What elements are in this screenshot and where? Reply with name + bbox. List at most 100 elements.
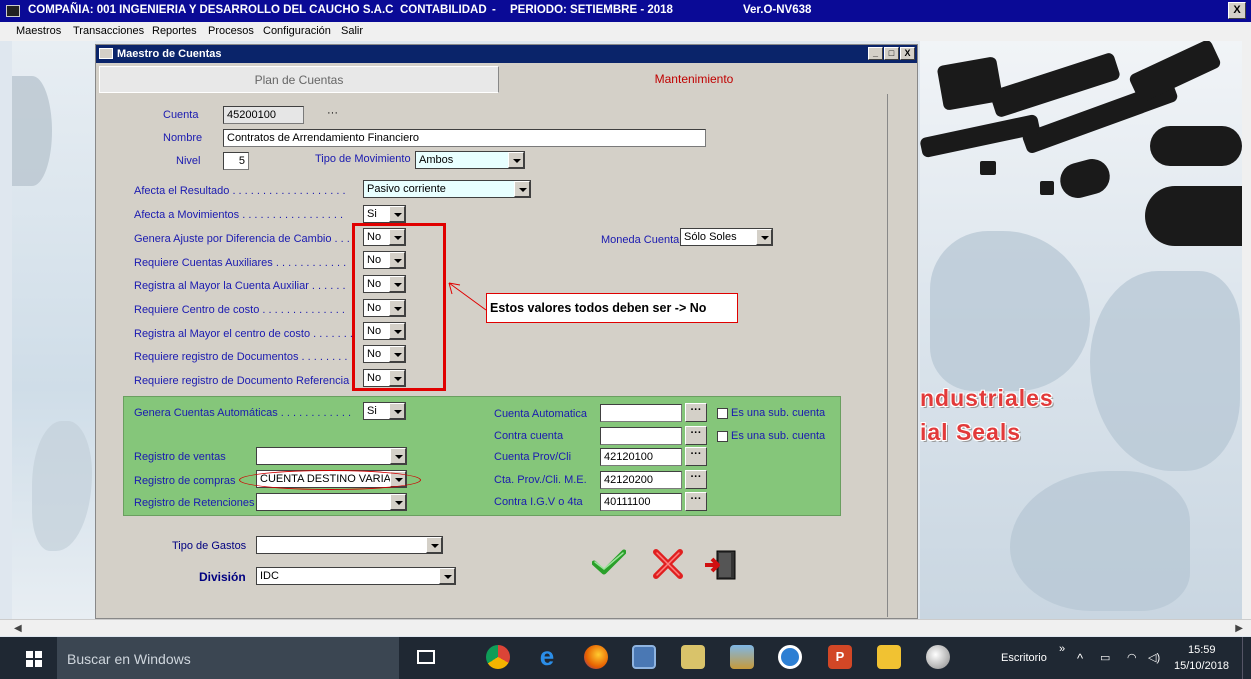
cuenta-automatica-field[interactable] <box>600 404 682 422</box>
afecta-movimientos-select[interactable]: Si <box>363 205 406 223</box>
wifi-icon[interactable]: ◠ <box>1127 651 1137 664</box>
sub-cuenta-label-2: Es una sub. cuenta <box>731 430 826 442</box>
menu-configuracion[interactable]: Configuración <box>263 25 331 37</box>
app-window-icon[interactable] <box>632 645 656 669</box>
cancel-x-icon[interactable] <box>652 548 684 580</box>
exit-door-icon[interactable] <box>703 549 739 581</box>
tipo-gastos-label: Tipo de Gastos <box>172 540 247 552</box>
menu-maestros[interactable]: Maestros <box>16 25 61 37</box>
annotation-red-ellipse <box>239 470 421 490</box>
firefox-icon[interactable] <box>584 645 608 669</box>
chevron-down-icon[interactable] <box>390 448 406 464</box>
tab-plan-de-cuentas[interactable]: Plan de Cuentas <box>99 66 499 93</box>
taskbar-chevrons[interactable]: » <box>1059 643 1065 655</box>
cuenta-ellipsis-button[interactable]: ··· <box>327 107 338 119</box>
app-title-separator: - <box>492 4 496 16</box>
afecta-resultado-label: Afecta el Resultado . . . . . . . . . . … <box>134 185 346 197</box>
file-explorer-icon[interactable] <box>877 645 901 669</box>
network-tools-icon[interactable] <box>681 645 705 669</box>
scroll-left-arrow-icon[interactable]: ◀ <box>14 623 22 634</box>
background-text-industriales: ndustriales <box>920 385 1054 411</box>
show-desktop-button[interactable] <box>1242 637 1251 679</box>
app-close-button[interactable]: X <box>1228 2 1246 19</box>
cuenta-prov-cli-me-label: Cta. Prov./Cli. M.E. <box>494 474 587 486</box>
chrome-icon[interactable] <box>486 645 510 669</box>
menu-procesos[interactable]: Procesos <box>208 25 254 37</box>
annotation-callout: Estos valores todos deben ser -> No <box>486 293 738 323</box>
division-select[interactable]: IDC <box>256 567 456 585</box>
dialog-title-bar: Maestro de Cuentas _ □ X <box>96 45 917 63</box>
contra-cuenta-field[interactable] <box>600 427 682 445</box>
dialog-minimize-button[interactable]: _ <box>868 47 883 60</box>
annotation-red-box <box>352 223 446 391</box>
contra-igv-field[interactable]: 40111100 <box>600 493 682 511</box>
afecta-resultado-value: Pasivo corriente <box>367 183 446 195</box>
chevron-down-icon[interactable] <box>426 537 442 553</box>
flag-label-diferencia-cambio: Genera Ajuste por Diferencia de Cambio .… <box>134 233 350 245</box>
taskbar-time[interactable]: 15:59 <box>1188 644 1216 656</box>
powerpoint-icon[interactable]: P <box>828 645 852 669</box>
landscape-app-icon[interactable] <box>730 645 754 669</box>
moneda-cuenta-select[interactable]: Sólo Soles <box>680 228 773 246</box>
task-view-icon[interactable] <box>417 650 435 664</box>
background-text-seals: ial Seals <box>920 419 1022 445</box>
horizontal-scrollbar[interactable]: ◀ ▶ <box>0 619 1251 636</box>
taskbar-desktop-label[interactable]: Escritorio <box>1001 652 1047 664</box>
moneda-cuenta-label: Moneda Cuenta <box>601 234 680 246</box>
cuenta-prov-cli-field[interactable]: 42120100 <box>600 448 682 466</box>
menu-salir[interactable]: Salir <box>341 25 363 37</box>
edge-icon[interactable]: e <box>535 643 559 669</box>
sub-cuenta-checkbox-1[interactable] <box>717 408 728 419</box>
tray-up-arrow-icon[interactable]: ^ <box>1077 651 1083 666</box>
chevron-down-icon[interactable] <box>756 229 772 245</box>
dialog-close-button[interactable]: X <box>900 47 915 60</box>
menu-reportes[interactable]: Reportes <box>152 25 197 37</box>
taskbar-search-placeholder: Buscar en Windows <box>67 651 191 667</box>
tipo-movimiento-select[interactable]: Ambos <box>415 151 525 169</box>
tipo-movimiento-value: Ambos <box>419 154 454 166</box>
taskbar-search-box[interactable]: Buscar en Windows <box>57 637 399 679</box>
moneda-cuenta-value: Sólo Soles <box>684 231 737 243</box>
flag-label-cuentas-auxiliares: Requiere Cuentas Auxiliares . . . . . . … <box>134 257 347 269</box>
registro-retenciones-label: Registro de Retenciones <box>134 497 255 509</box>
chevron-down-icon[interactable] <box>508 152 524 168</box>
paint-icon[interactable] <box>926 645 950 669</box>
cuenta-prov-cli-me-field[interactable]: 42120200 <box>600 471 682 489</box>
annotation-arrow-icon <box>448 282 487 311</box>
taskbar-date[interactable]: 15/10/2018 <box>1174 660 1229 672</box>
registro-retenciones-select[interactable] <box>256 493 407 511</box>
nivel-field[interactable]: 5 <box>223 152 249 170</box>
cuenta-automatica-ellipsis-button[interactable]: ··· <box>685 403 707 422</box>
contra-igv-ellipsis-button[interactable]: ··· <box>685 492 707 511</box>
contra-cuenta-ellipsis-button[interactable]: ··· <box>685 426 707 445</box>
dialog-title: Maestro de Cuentas <box>117 48 222 60</box>
flag-label-documento-referencia: Requiere registro de Documento Referenci… <box>134 375 356 387</box>
nombre-field[interactable]: Contratos de Arrendamiento Financiero <box>223 129 706 147</box>
flag-label-registro-documentos: Requiere registro de Documentos . . . . … <box>134 351 348 363</box>
save-checkmark-icon[interactable] <box>592 549 626 575</box>
windows-start-icon[interactable] <box>26 651 42 667</box>
cuenta-prov-cli-me-ellipsis-button[interactable]: ··· <box>685 470 707 489</box>
chevron-down-icon[interactable] <box>389 403 405 419</box>
scroll-right-arrow-icon[interactable]: ▶ <box>1235 623 1243 634</box>
battery-icon[interactable]: ▭ <box>1100 651 1110 664</box>
tab-mantenimiento[interactable]: Mantenimiento <box>499 66 889 93</box>
chevron-down-icon[interactable] <box>390 494 406 510</box>
vertical-scrollbar[interactable] <box>1242 41 1251 619</box>
volume-icon[interactable]: ◁) <box>1148 651 1160 664</box>
teamviewer-icon[interactable] <box>778 645 802 669</box>
chevron-down-icon[interactable] <box>389 206 405 222</box>
registro-ventas-label: Registro de ventas <box>134 451 226 463</box>
chevron-down-icon[interactable] <box>514 181 530 197</box>
dialog-maximize-button[interactable]: □ <box>884 47 899 60</box>
tipo-gastos-select[interactable] <box>256 536 443 554</box>
afecta-resultado-select[interactable]: Pasivo corriente <box>363 180 531 198</box>
menu-transacciones[interactable]: Transacciones <box>73 25 144 37</box>
cuenta-prov-cli-ellipsis-button[interactable]: ··· <box>685 447 707 466</box>
app-version: Ver.O-NV638 <box>743 4 812 16</box>
genera-cuentas-select[interactable]: Si <box>363 402 406 420</box>
registro-ventas-select[interactable] <box>256 447 407 465</box>
cuenta-field[interactable]: 45200100 <box>223 106 304 124</box>
chevron-down-icon[interactable] <box>439 568 455 584</box>
sub-cuenta-checkbox-2[interactable] <box>717 431 728 442</box>
